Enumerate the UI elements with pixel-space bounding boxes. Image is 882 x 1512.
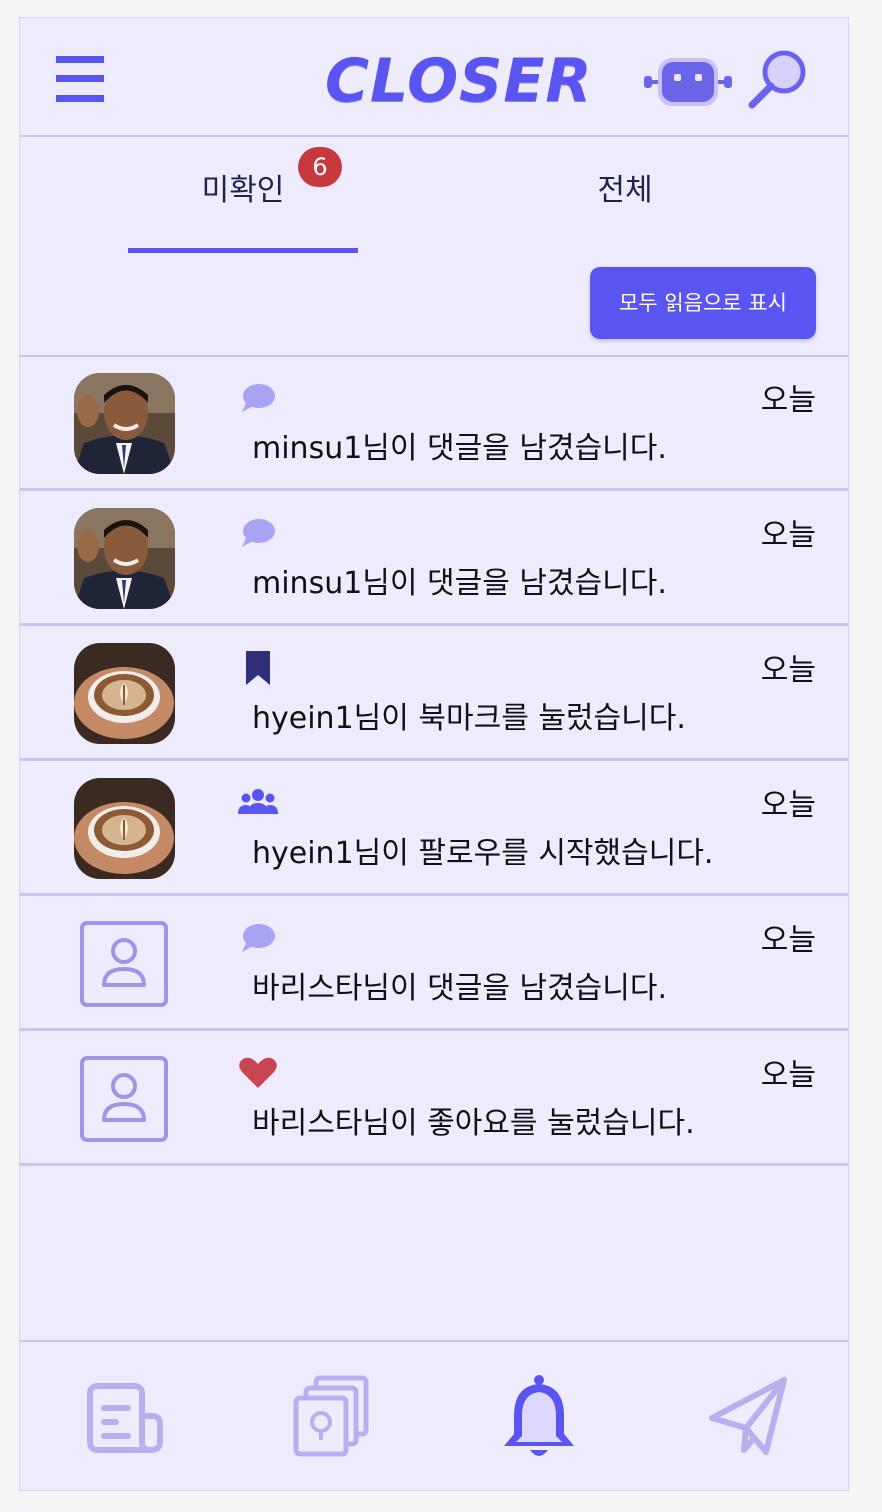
hamburger-menu-icon[interactable] bbox=[56, 56, 104, 102]
send-icon[interactable] bbox=[706, 1372, 792, 1462]
notification-text: minsu1님이 댓글을 남겼습니다. bbox=[252, 431, 667, 466]
bell-icon[interactable] bbox=[496, 1372, 582, 1462]
app-logo[interactable]: CLOSER bbox=[325, 36, 592, 126]
notification-text: 바리스타님이 댓글을 남겼습니다. bbox=[252, 971, 668, 1006]
notification-text: minsu1님이 댓글을 남겼습니다. bbox=[252, 566, 667, 601]
notification-text: 바리스타님이 좋아요를 눌렀습니다. bbox=[252, 1106, 695, 1141]
bottom-navigation bbox=[20, 1340, 848, 1490]
notification-text: hyein1님이 팔로우를 시작했습니다. bbox=[252, 836, 714, 871]
notification-time: 오늘 bbox=[760, 518, 816, 553]
document-icon[interactable] bbox=[82, 1372, 168, 1462]
idea-cards-icon[interactable] bbox=[288, 1372, 374, 1462]
robot-icon[interactable] bbox=[644, 56, 732, 110]
default-user-avatar-icon[interactable] bbox=[80, 1056, 168, 1142]
notification-item[interactable]: 오늘 바리스타님이 댓글을 남겼습니다. bbox=[20, 897, 848, 1031]
notification-time: 오늘 bbox=[760, 1058, 816, 1093]
notification-item[interactable]: 오늘 hyein1님이 팔로우를 시작했습니다. bbox=[20, 762, 848, 896]
notification-text: hyein1님이 북마크를 눌렀습니다. bbox=[252, 701, 686, 736]
unread-count-badge: 6 bbox=[298, 147, 342, 187]
notification-time: 오늘 bbox=[760, 788, 816, 823]
comment-icon bbox=[238, 516, 278, 550]
notification-item[interactable]: 오늘 minsu1님이 댓글을 남겼습니다. bbox=[20, 492, 848, 626]
avatar[interactable] bbox=[74, 643, 175, 744]
search-icon[interactable] bbox=[746, 48, 810, 112]
tab-unread-label: 미확인 bbox=[201, 173, 285, 208]
notification-time: 오늘 bbox=[760, 653, 816, 688]
tab-all[interactable]: 전체 bbox=[510, 139, 740, 257]
tab-all-label: 전체 bbox=[597, 173, 653, 208]
mark-all-read-button[interactable]: 모두 읽음으로 표시 bbox=[590, 267, 816, 339]
bookmark-icon bbox=[238, 651, 278, 685]
avatar[interactable] bbox=[74, 373, 175, 474]
default-user-avatar-icon[interactable] bbox=[80, 921, 168, 1007]
notification-item[interactable]: 오늘 바리스타님이 좋아요를 눌렀습니다. bbox=[20, 1032, 848, 1166]
tab-bar: 미확인 6 전체 bbox=[20, 139, 848, 257]
app-frame: CLOSER 미확인 6 전체 모두 읽음으로 표시 오늘 minsu1님이 댓… bbox=[19, 17, 849, 1491]
notification-time: 오늘 bbox=[760, 923, 816, 958]
users-icon bbox=[238, 786, 278, 820]
notification-time: 오늘 bbox=[760, 383, 816, 418]
avatar[interactable] bbox=[74, 508, 175, 609]
avatar[interactable] bbox=[74, 778, 175, 879]
heart-icon bbox=[238, 1056, 278, 1090]
notification-item[interactable]: 오늘 minsu1님이 댓글을 남겼습니다. bbox=[20, 357, 848, 491]
comment-icon bbox=[238, 921, 278, 955]
top-header: CLOSER bbox=[20, 18, 848, 137]
comment-icon bbox=[238, 381, 278, 415]
active-tab-indicator bbox=[128, 248, 358, 253]
notification-item[interactable]: 오늘 hyein1님이 북마크를 눌렀습니다. bbox=[20, 627, 848, 761]
